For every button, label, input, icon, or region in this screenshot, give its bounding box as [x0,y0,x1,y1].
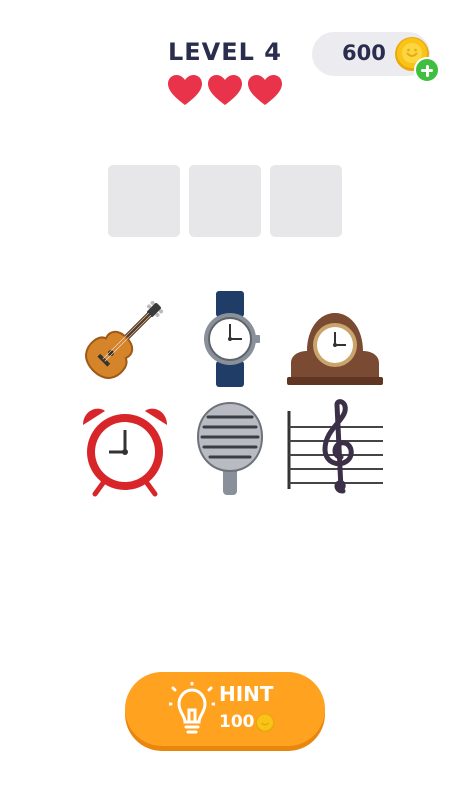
tile-guitar[interactable] [72,285,177,393]
hint-cost: 100 [219,712,255,732]
answer-slot[interactable] [270,165,342,237]
mantelpiece-clock-icon [286,313,383,385]
tile-musical-score[interactable] [282,393,387,501]
musical-score-icon [286,399,383,494]
add-coins-button[interactable] [414,57,440,83]
answer-slots [108,165,342,237]
hint-label: HINT [219,682,274,706]
answer-slot[interactable] [108,165,180,237]
heart-icon [208,75,242,105]
emoji-grid [72,285,383,501]
tile-alarm-clock[interactable] [72,393,177,501]
guitar-icon [84,300,163,379]
heart-icon [168,75,202,105]
answer-slot[interactable] [189,165,261,237]
tile-wristwatch[interactable] [177,285,282,393]
heart-icon [248,75,282,105]
wristwatch-icon [203,291,260,387]
coin-balance: 600 [312,32,430,76]
tile-mantelpiece-clock[interactable] [282,285,387,393]
coin-amount: 600 [342,41,386,65]
lives-hearts [0,74,450,106]
lightbulb-icon [169,682,215,734]
microphone-icon [196,401,263,495]
tile-microphone[interactable] [177,393,282,501]
coin-icon [255,713,275,733]
alarm-clock-icon [82,408,167,497]
hint-button[interactable]: HINT 100 [125,672,325,746]
